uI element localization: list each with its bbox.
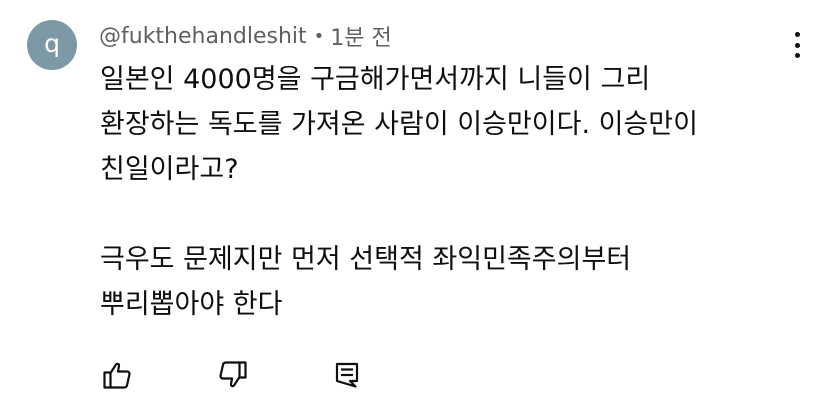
comment-text: 일본인 4000명을 구금해가면서까지 니들이 그리 환장하는 독도를 가져온 … xyxy=(100,57,800,327)
comment-line: 극우도 문제지만 먼저 선택적 좌익민족주의부터 xyxy=(100,244,632,275)
avatar[interactable]: q xyxy=(27,20,77,70)
comment-line: 일본인 4000명을 구금해가면서까지 니들이 그리 xyxy=(100,64,651,95)
username[interactable]: @fukthehandleshit xyxy=(99,24,307,49)
comment-line: 환장하는 독도를 가져온 사람이 이승만이다. 이승만이 xyxy=(100,109,698,140)
timestamp[interactable]: 1분 전 xyxy=(330,20,391,52)
comment-actions xyxy=(100,358,364,392)
thumb-up-icon xyxy=(103,362,131,389)
separator: • xyxy=(313,25,325,47)
comment-line: 친일이라고? xyxy=(100,154,239,185)
comment-line: 뿌리뽑아야 한다 xyxy=(100,289,283,320)
avatar-letter: q xyxy=(44,28,60,58)
dislike-button[interactable] xyxy=(216,358,250,392)
reply-icon xyxy=(335,362,359,388)
thumb-down-icon xyxy=(219,361,247,388)
more-vertical-icon[interactable] xyxy=(784,30,810,60)
reply-button[interactable] xyxy=(330,358,364,392)
like-button[interactable] xyxy=(100,358,134,392)
comment-header: @fukthehandleshit • 1분 전 xyxy=(99,20,392,52)
